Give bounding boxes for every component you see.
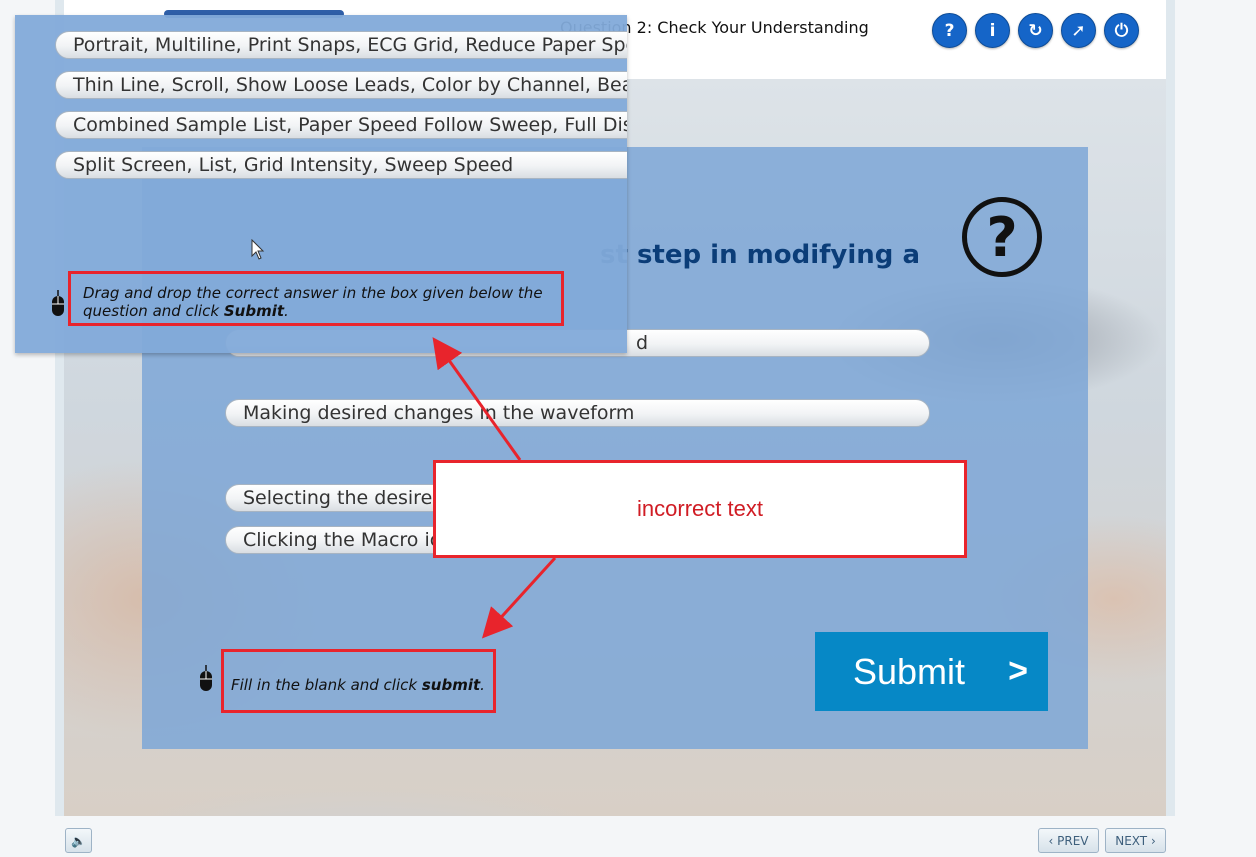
- info-icon[interactable]: i: [975, 13, 1010, 48]
- chevron-right-small-icon: ›: [1147, 833, 1156, 848]
- drag-option-combined[interactable]: Combined Sample List, Paper Speed Follow…: [55, 111, 627, 139]
- option-selecting-desired[interactable]: Selecting the desired: [225, 484, 465, 512]
- popup-mouse-icon: [52, 290, 64, 316]
- drag-option-thin-line[interactable]: Thin Line, Scroll, Show Loose Leads, Col…: [55, 71, 627, 99]
- submit-button[interactable]: Submit >: [815, 632, 1048, 711]
- drag-options-popup: Portrait, Multiline, Print Snaps, ECG Gr…: [15, 15, 627, 353]
- popup-instruction-highlight-box: [68, 271, 564, 326]
- question-mark-icon: ?: [962, 197, 1042, 277]
- mouse-icon: [200, 665, 212, 691]
- power-icon[interactable]: ⏻: [1104, 13, 1139, 48]
- chevron-left-icon: ‹: [1048, 833, 1058, 848]
- chevron-right-icon: >: [1008, 652, 1028, 690]
- next-button[interactable]: NEXT ›: [1105, 828, 1166, 853]
- compass-icon[interactable]: ➚: [1061, 13, 1096, 48]
- cursor-arrow-icon: [251, 239, 265, 260]
- top-toolbar: ? i ↻ ➚ ⏻: [932, 13, 1139, 48]
- option-making-changes[interactable]: Making desired changes in the waveform: [225, 399, 930, 427]
- question-text: st step in modifying a: [600, 240, 920, 270]
- drag-option-portrait[interactable]: Portrait, Multiline, Print Snaps, ECG Gr…: [55, 31, 627, 59]
- restart-icon[interactable]: ↻: [1018, 13, 1053, 48]
- drag-option-split-screen[interactable]: Split Screen, List, Grid Intensity, Swee…: [55, 151, 627, 179]
- incorrect-text-callout: incorrect text: [433, 460, 967, 558]
- submit-label: Submit: [853, 650, 966, 692]
- speaker-icon[interactable]: 🔈: [65, 828, 92, 853]
- instruction-highlight-box: [221, 649, 496, 713]
- option-clicking-macro[interactable]: Clicking the Macro ic: [225, 526, 465, 554]
- help-icon[interactable]: ?: [932, 13, 967, 48]
- frame-right-border: [1166, 0, 1175, 816]
- prev-button[interactable]: ‹ PREV: [1038, 828, 1099, 853]
